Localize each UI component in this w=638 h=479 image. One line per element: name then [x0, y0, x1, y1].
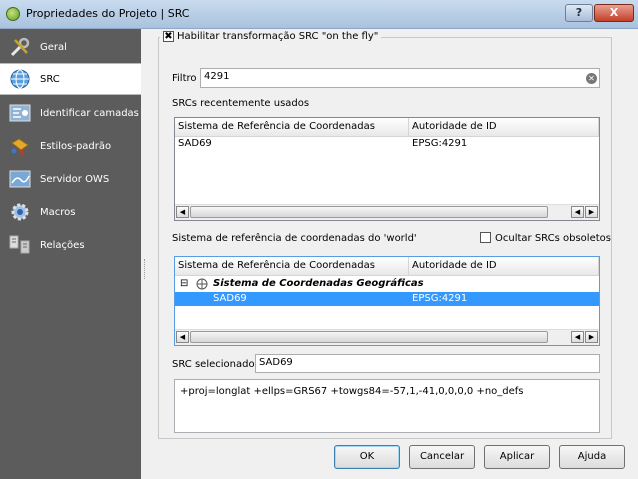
- otf-checkbox[interactable]: ✖: [163, 31, 174, 42]
- otf-checkbox-row[interactable]: ✖ Habilitar transformação SRC "on the fl…: [160, 31, 382, 42]
- world-table-header: Sistema de Referência de Coordenadas Aut…: [175, 257, 599, 276]
- sidebar: Geral SRC Identificar camadas Estilos-pa…: [0, 29, 141, 479]
- sidebar-item-macros[interactable]: Macros: [0, 196, 141, 228]
- scroll-thumb[interactable]: [190, 206, 548, 218]
- sidebar-item-geral[interactable]: Geral: [0, 31, 141, 63]
- scroll-left-arrow-icon[interactable]: ◀: [571, 331, 584, 343]
- column-header-crs[interactable]: Sistema de Referência de Coordenadas: [175, 118, 409, 136]
- filter-input[interactable]: 4291: [200, 68, 600, 88]
- scroll-left-arrow-icon[interactable]: ◀: [571, 206, 584, 218]
- scroll-thumb[interactable]: [190, 331, 548, 343]
- sidebar-item-relacoes[interactable]: Relações: [0, 229, 141, 261]
- ok-button[interactable]: OK: [334, 445, 400, 469]
- selected-crs-label: SRC selecionado:: [172, 359, 258, 370]
- clear-filter-icon[interactable]: ✕: [586, 73, 597, 84]
- sidebar-item-label: Servidor OWS: [40, 173, 110, 185]
- scroll-left-arrow-icon[interactable]: ◀: [176, 206, 189, 218]
- help-button[interactable]: Ajuda: [559, 445, 625, 469]
- selected-crs-field[interactable]: SAD69: [255, 354, 600, 373]
- sidebar-item-label: Geral: [40, 41, 67, 53]
- sidebar-splitter[interactable]: [141, 29, 150, 479]
- crs-group-icon: [196, 278, 208, 292]
- cell-crs-name: SAD69: [213, 293, 247, 304]
- title-bar[interactable]: Propriedades do Projeto | SRC ? X: [0, 0, 638, 29]
- otf-label: Habilitar transformação SRC "on the fly": [177, 31, 379, 42]
- hide-deprecated-label: Ocultar SRCs obsoletos: [495, 233, 611, 244]
- scroll-left-arrow-icon[interactable]: ◀: [176, 331, 189, 343]
- cancel-button[interactable]: Cancelar: [409, 445, 475, 469]
- sidebar-item-label: SRC: [40, 73, 60, 85]
- cell-authority-id: EPSG:4291: [412, 293, 468, 304]
- collapse-icon[interactable]: ⊟: [180, 277, 188, 291]
- column-header-authority[interactable]: Autoridade de ID: [409, 118, 599, 136]
- server-icon: [8, 168, 32, 190]
- table-row[interactable]: SAD69 EPSG:4291: [175, 137, 599, 151]
- world-table-hscrollbar[interactable]: ◀ ◀ ▶: [175, 329, 599, 345]
- table-row-selected[interactable]: SAD69 EPSG:4291: [175, 292, 599, 306]
- globe-icon: [8, 68, 32, 90]
- recent-crs-label: SRCs recentemente usados: [172, 98, 310, 109]
- sidebar-item-identificar[interactable]: Identificar camadas: [0, 97, 141, 129]
- cell-authority-id: EPSG:4291: [412, 138, 468, 149]
- recent-crs-table[interactable]: Sistema de Referência de Coordenadas Aut…: [174, 117, 600, 221]
- scroll-right-arrow-icon[interactable]: ▶: [585, 331, 598, 343]
- relations-icon: [8, 234, 32, 256]
- help-title-button[interactable]: ?: [565, 4, 593, 22]
- sidebar-item-estilos[interactable]: Estilos-padrão: [0, 130, 141, 162]
- window-title: Propriedades do Projeto | SRC: [26, 7, 190, 20]
- world-crs-label: Sistema de referência de coordenadas do …: [172, 233, 417, 244]
- crs-group-label: Sistema de Coordenadas Geográficas: [213, 278, 424, 289]
- tree-group-row[interactable]: ⊟ Sistema de Coordenadas Geográficas: [175, 277, 599, 291]
- macro-gear-icon: [8, 201, 32, 223]
- sidebar-item-src[interactable]: SRC: [0, 63, 141, 95]
- sidebar-item-label: Estilos-padrão: [40, 140, 112, 152]
- sidebar-item-servidor[interactable]: Servidor OWS: [0, 163, 141, 195]
- sidebar-item-label: Macros: [40, 206, 76, 218]
- qgis-logo-icon: [6, 7, 20, 21]
- recent-table-hscrollbar[interactable]: ◀ ◀ ▶: [175, 204, 599, 220]
- sidebar-item-label: Relações: [40, 239, 85, 251]
- column-header-authority[interactable]: Autoridade de ID: [409, 257, 599, 275]
- hide-deprecated-checkbox[interactable]: [480, 232, 491, 243]
- filter-label: Filtro: [172, 73, 197, 84]
- world-crs-table[interactable]: Sistema de Referência de Coordenadas Aut…: [174, 256, 600, 346]
- paint-icon: [8, 135, 32, 157]
- proj-definition-text[interactable]: +proj=longlat +ellps=GRS67 +towgs84=-57,…: [174, 379, 600, 433]
- sidebar-item-label: Identificar camadas: [40, 107, 139, 119]
- close-button[interactable]: X: [594, 4, 634, 22]
- wrench-icon: [8, 36, 32, 58]
- apply-button[interactable]: Aplicar: [484, 445, 550, 469]
- column-header-crs[interactable]: Sistema de Referência de Coordenadas: [175, 257, 409, 275]
- recent-table-header: Sistema de Referência de Coordenadas Aut…: [175, 118, 599, 137]
- cell-crs-name: SAD69: [178, 138, 212, 149]
- identify-icon: [8, 102, 32, 124]
- scroll-right-arrow-icon[interactable]: ▶: [585, 206, 598, 218]
